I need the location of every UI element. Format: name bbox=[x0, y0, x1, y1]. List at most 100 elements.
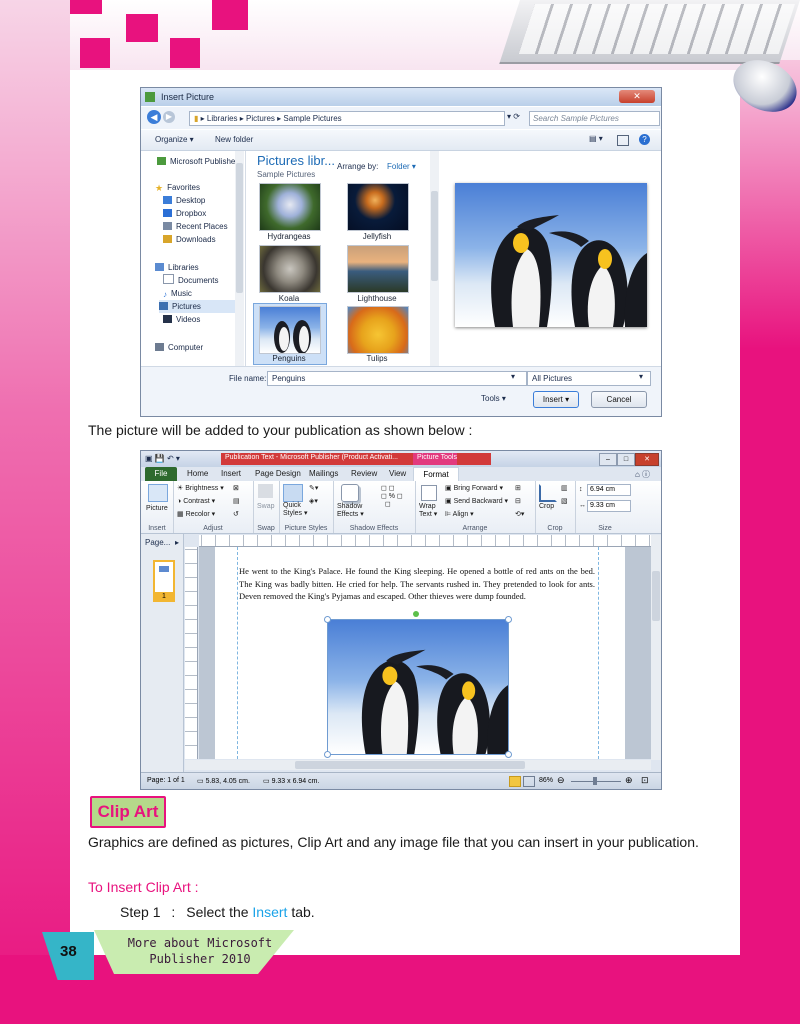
tab-review[interactable]: Review bbox=[351, 467, 377, 480]
quick-styles-icon[interactable] bbox=[283, 484, 303, 502]
tab-format[interactable]: Format bbox=[413, 467, 459, 482]
nudge-shadow-icons[interactable]: ◻ ◻ ◻ % ◻ ◻ bbox=[381, 484, 403, 508]
tab-home[interactable]: Home bbox=[187, 467, 208, 480]
compress-icon[interactable]: ⊠ bbox=[233, 484, 239, 492]
shadow-effects-button[interactable]: Shadow Effects ▾ bbox=[337, 503, 371, 519]
file-name-input[interactable]: Penguins bbox=[267, 371, 527, 386]
horizontal-scrollbar[interactable] bbox=[185, 760, 651, 770]
change-picture-icon[interactable]: ▤ bbox=[233, 497, 240, 505]
thumbnail-koala[interactable] bbox=[259, 245, 321, 293]
shadow-effects-icon[interactable] bbox=[341, 484, 359, 502]
bring-forward-button[interactable]: ▣ Bring Forward ▾ bbox=[445, 484, 503, 492]
fit-icon[interactable]: ▥ bbox=[561, 484, 568, 492]
breadcrumb-item[interactable]: Libraries bbox=[207, 114, 238, 123]
tab-view[interactable]: View bbox=[389, 467, 406, 480]
swap-button-label[interactable]: Swap bbox=[257, 503, 275, 510]
organize-button[interactable]: Organize ▾ bbox=[155, 135, 194, 144]
wrap-text-button[interactable]: Wrap Text ▾ bbox=[419, 503, 443, 519]
new-folder-button[interactable]: New folder bbox=[215, 135, 253, 144]
rotate-icon[interactable]: ⟲▾ bbox=[515, 510, 524, 518]
rotate-handle[interactable] bbox=[413, 611, 419, 617]
file-type-dropdown-arrow[interactable]: ▾ bbox=[639, 372, 643, 381]
scrollbar-thumb[interactable] bbox=[295, 761, 525, 769]
back-arrow-icon[interactable]: ◀ bbox=[147, 110, 161, 124]
breadcrumb-item[interactable]: Pictures bbox=[246, 114, 275, 123]
help-icon[interactable]: ? bbox=[639, 134, 650, 145]
ungroup-icon[interactable]: ⊟ bbox=[515, 497, 521, 505]
forward-arrow-icon[interactable]: ▶ bbox=[163, 111, 175, 123]
close-button[interactable]: ✕ bbox=[635, 453, 659, 466]
file-type-select[interactable]: All Pictures bbox=[527, 371, 651, 386]
thumbnail-tulips[interactable] bbox=[347, 306, 409, 354]
fill-icon[interactable]: ▧ bbox=[561, 497, 568, 505]
swap-icon[interactable] bbox=[258, 484, 273, 498]
reset-picture-icon[interactable]: ↺ bbox=[233, 510, 239, 518]
status-page[interactable]: Page: 1 of 1 bbox=[147, 777, 185, 784]
refresh-icon[interactable]: ▾ ⟳ bbox=[507, 112, 520, 121]
minimize-button[interactable]: – bbox=[599, 453, 617, 466]
picture-icon[interactable] bbox=[148, 484, 168, 502]
breadcrumb-item[interactable]: Sample Pictures bbox=[283, 114, 341, 123]
picture-button-label[interactable]: Picture bbox=[146, 505, 168, 512]
zoom-in-icon[interactable]: ⊕ bbox=[625, 775, 633, 786]
resize-handle[interactable] bbox=[505, 616, 512, 623]
nav-item-downloads[interactable]: Downloads bbox=[163, 233, 216, 246]
thumbnail-hydrangeas[interactable] bbox=[259, 183, 321, 231]
crop-icon[interactable] bbox=[539, 484, 557, 502]
scrollbar-thumb[interactable] bbox=[236, 163, 243, 293]
picture-border-icon[interactable]: ✎▾ bbox=[309, 484, 318, 492]
nav-favorites[interactable]: ★ Favorites bbox=[155, 181, 200, 194]
nav-item-pictures[interactable]: Pictures bbox=[159, 300, 239, 313]
nav-item[interactable]: Microsoft Publishe bbox=[157, 155, 235, 168]
height-field[interactable]: 6.94 cm bbox=[587, 484, 631, 496]
align-button[interactable]: ⊫ Align ▾ bbox=[445, 510, 474, 518]
fit-page-icon[interactable]: ⊡ bbox=[641, 775, 649, 786]
resize-handle[interactable] bbox=[505, 751, 512, 758]
nav-item-documents[interactable]: Documents bbox=[163, 274, 218, 287]
recolor-button[interactable]: ▦ Recolor ▾ bbox=[177, 510, 215, 518]
nav-item-desktop[interactable]: Desktop bbox=[163, 194, 205, 207]
tab-page-design[interactable]: Page Design bbox=[255, 467, 301, 480]
nav-computer[interactable]: Computer bbox=[155, 341, 203, 354]
scrollbar-thumb[interactable] bbox=[652, 571, 660, 621]
file-name-dropdown-arrow[interactable]: ▾ bbox=[511, 372, 515, 381]
resize-handle[interactable] bbox=[324, 616, 331, 623]
preview-pane-icon[interactable] bbox=[617, 135, 629, 146]
nav-item-dropbox[interactable]: Dropbox bbox=[163, 207, 206, 220]
insert-button[interactable]: Insert ▾ bbox=[533, 391, 579, 408]
send-backward-button[interactable]: ▣ Send Backward ▾ bbox=[445, 497, 508, 505]
help-icon[interactable]: ⌂ ⓘ bbox=[635, 469, 650, 480]
single-page-view-icon[interactable] bbox=[509, 776, 521, 787]
nav-item-music[interactable]: ♪ Music bbox=[163, 287, 192, 300]
two-page-view-icon[interactable] bbox=[523, 776, 535, 787]
scrollbar-thumb[interactable] bbox=[431, 191, 438, 281]
resize-handle[interactable] bbox=[324, 751, 331, 758]
vertical-scrollbar[interactable] bbox=[651, 535, 661, 760]
page-thumbnail[interactable] bbox=[153, 560, 175, 594]
nav-libraries[interactable]: Libraries bbox=[155, 261, 199, 274]
close-button[interactable]: ✕ bbox=[619, 90, 655, 103]
thumbnail-lighthouse[interactable] bbox=[347, 245, 409, 293]
arrange-by-dropdown[interactable]: Folder ▾ bbox=[387, 162, 416, 171]
picture-shape-icon[interactable]: ◈▾ bbox=[309, 497, 318, 505]
brightness-button[interactable]: ☀ Brightness ▾ bbox=[177, 484, 224, 492]
cancel-button[interactable]: Cancel bbox=[591, 391, 647, 408]
quick-access-toolbar[interactable]: ▣ 💾 ↶ ▾ bbox=[145, 454, 180, 463]
crop-button[interactable]: Crop bbox=[539, 503, 554, 510]
nav-item-recent-places[interactable]: Recent Places bbox=[163, 220, 228, 233]
nav-item-videos[interactable]: Videos bbox=[163, 313, 200, 326]
tab-insert[interactable]: Insert bbox=[221, 467, 241, 480]
zoom-out-icon[interactable]: ⊖ bbox=[557, 775, 565, 786]
view-options-icon[interactable]: ▤ ▾ bbox=[589, 134, 603, 143]
thumbnail-jellyfish[interactable] bbox=[347, 183, 409, 231]
zoom-level[interactable]: 86% bbox=[539, 777, 553, 784]
tools-button[interactable]: Tools ▾ bbox=[481, 394, 506, 403]
nav-scrollbar[interactable] bbox=[235, 151, 244, 366]
width-field[interactable]: 9.33 cm bbox=[587, 500, 631, 512]
group-objects-icon[interactable]: ⊞ bbox=[515, 484, 521, 492]
document-text[interactable]: He went to the King's Palace. He found t… bbox=[239, 565, 595, 603]
maximize-button[interactable]: □ bbox=[617, 453, 635, 466]
search-input[interactable]: Search Sample Pictures bbox=[529, 111, 660, 126]
collapse-pane-icon[interactable]: ▸ bbox=[175, 538, 179, 547]
contrast-button[interactable]: ◑ Contrast ▾ bbox=[177, 497, 215, 505]
